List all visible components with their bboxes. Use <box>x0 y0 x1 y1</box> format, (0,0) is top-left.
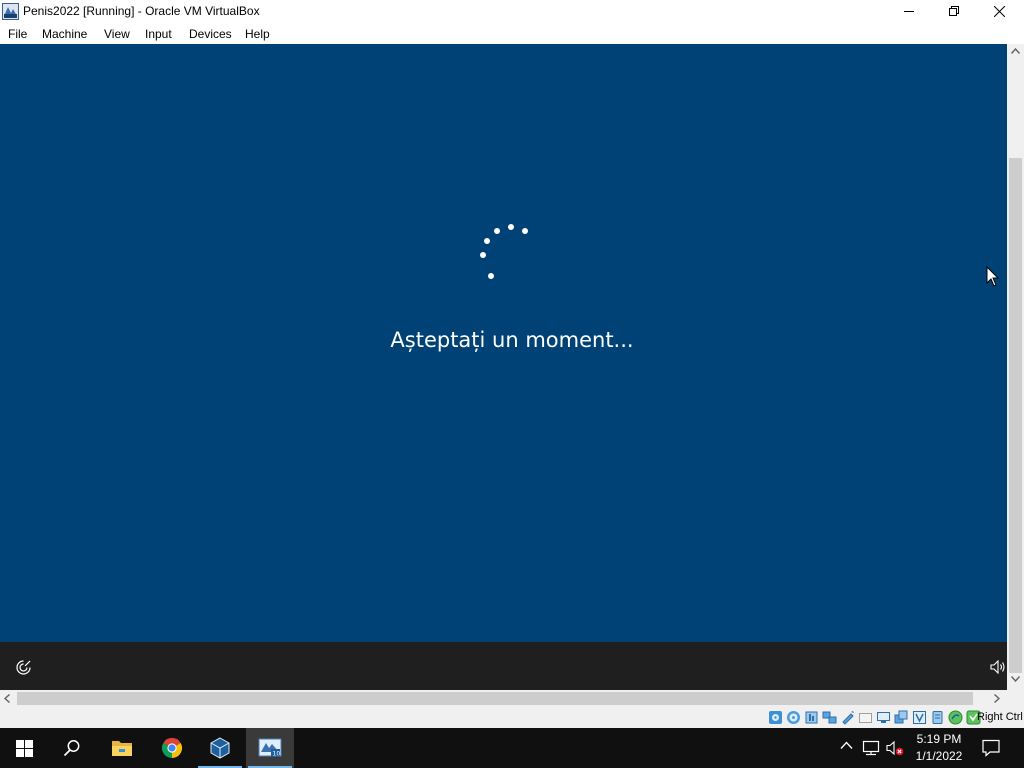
network-icon[interactable] <box>822 710 837 725</box>
menu-help[interactable]: Help <box>245 27 270 41</box>
taskbar-virtualbox-vm[interactable]: 10 <box>246 728 294 768</box>
menu-bar: File Machine View Input Devices Help <box>0 23 1024 44</box>
close-icon <box>993 5 1005 17</box>
virtualbox-manager-icon <box>210 737 230 759</box>
optical-drive-icon[interactable] <box>786 710 801 725</box>
video-capture-icon[interactable] <box>894 710 909 725</box>
minimize-icon <box>904 11 914 12</box>
shared-folders-icon[interactable] <box>858 710 873 725</box>
window-title: Penis2022 [Running] - Oracle VM VirtualB… <box>23 4 260 18</box>
usb-icon[interactable] <box>840 710 855 725</box>
ease-of-access-icon[interactable] <box>15 659 32 676</box>
vm-display[interactable]: Așteptați un moment... <box>0 44 1007 642</box>
mouse-pointer-icon <box>986 266 1000 287</box>
guest-bottom-bar <box>0 642 1007 690</box>
search-button[interactable] <box>48 728 96 768</box>
svg-text:10: 10 <box>273 751 281 758</box>
horizontal-scroll-thumb[interactable] <box>17 692 973 705</box>
taskbar-file-explorer[interactable] <box>98 728 146 768</box>
clock-time[interactable]: 5:19 PM <box>905 732 973 746</box>
menu-input[interactable]: Input <box>145 27 172 41</box>
volume-icon[interactable] <box>990 660 1006 674</box>
spinner-dot <box>488 273 494 279</box>
close-button[interactable] <box>976 0 1022 22</box>
virtualbox-vm-icon: 10 <box>258 738 282 758</box>
show-hidden-icons-chevron[interactable] <box>840 741 853 750</box>
menu-file[interactable]: File <box>8 27 27 41</box>
scroll-right-icon[interactable] <box>994 694 1000 703</box>
audio-icon[interactable] <box>804 710 819 725</box>
restore-button[interactable] <box>931 0 977 22</box>
host-key-label: Right Ctrl <box>977 711 1023 723</box>
display-icon[interactable] <box>876 710 891 725</box>
start-button[interactable] <box>0 728 48 768</box>
spinner-dot <box>508 224 514 230</box>
spinner-dot <box>522 228 528 234</box>
scroll-up-icon[interactable] <box>1011 48 1020 54</box>
start-icon <box>15 739 33 757</box>
volume-muted-icon[interactable] <box>886 740 904 756</box>
scroll-left-icon[interactable] <box>4 694 10 703</box>
scroll-corner <box>1007 690 1024 707</box>
spinner-dot <box>484 238 490 244</box>
hard-disk-icon[interactable] <box>768 710 783 725</box>
search-icon <box>63 740 80 757</box>
spinner-dot <box>494 228 500 234</box>
spinner-dot <box>480 252 486 258</box>
menu-machine[interactable]: Machine <box>42 27 87 41</box>
taskbar-virtualbox-manager[interactable] <box>196 728 244 768</box>
recording-icon[interactable] <box>912 710 927 725</box>
menu-devices[interactable]: Devices <box>189 27 232 41</box>
virtualization-icon[interactable] <box>930 710 945 725</box>
device-status-icons <box>768 710 981 725</box>
minimize-button[interactable] <box>886 0 932 22</box>
menu-view[interactable]: View <box>104 27 130 41</box>
file-explorer-icon <box>112 741 132 756</box>
title-bar: Penis2022 [Running] - Oracle VM VirtualB… <box>0 0 1024 23</box>
mouse-integration-icon[interactable] <box>948 710 963 725</box>
vertical-scroll-thumb[interactable] <box>1009 158 1022 673</box>
vertical-scrollbar[interactable] <box>1007 44 1024 690</box>
chrome-icon <box>161 737 183 759</box>
vm-status-bar: Right Ctrl <box>0 707 1024 728</box>
virtualbox-icon[interactable] <box>2 3 19 20</box>
wait-message: Așteptați un moment... <box>390 328 634 352</box>
network-icon[interactable] <box>862 740 880 756</box>
horizontal-scrollbar[interactable] <box>0 690 1007 707</box>
taskbar-chrome[interactable] <box>148 728 196 768</box>
restore-icon <box>949 6 959 16</box>
scroll-down-icon[interactable] <box>1011 676 1020 682</box>
taskbar: 10 5:19 PM 1/1/2022 <box>0 728 1024 768</box>
action-center-icon[interactable] <box>981 739 1001 757</box>
clock-date[interactable]: 1/1/2022 <box>905 749 973 763</box>
